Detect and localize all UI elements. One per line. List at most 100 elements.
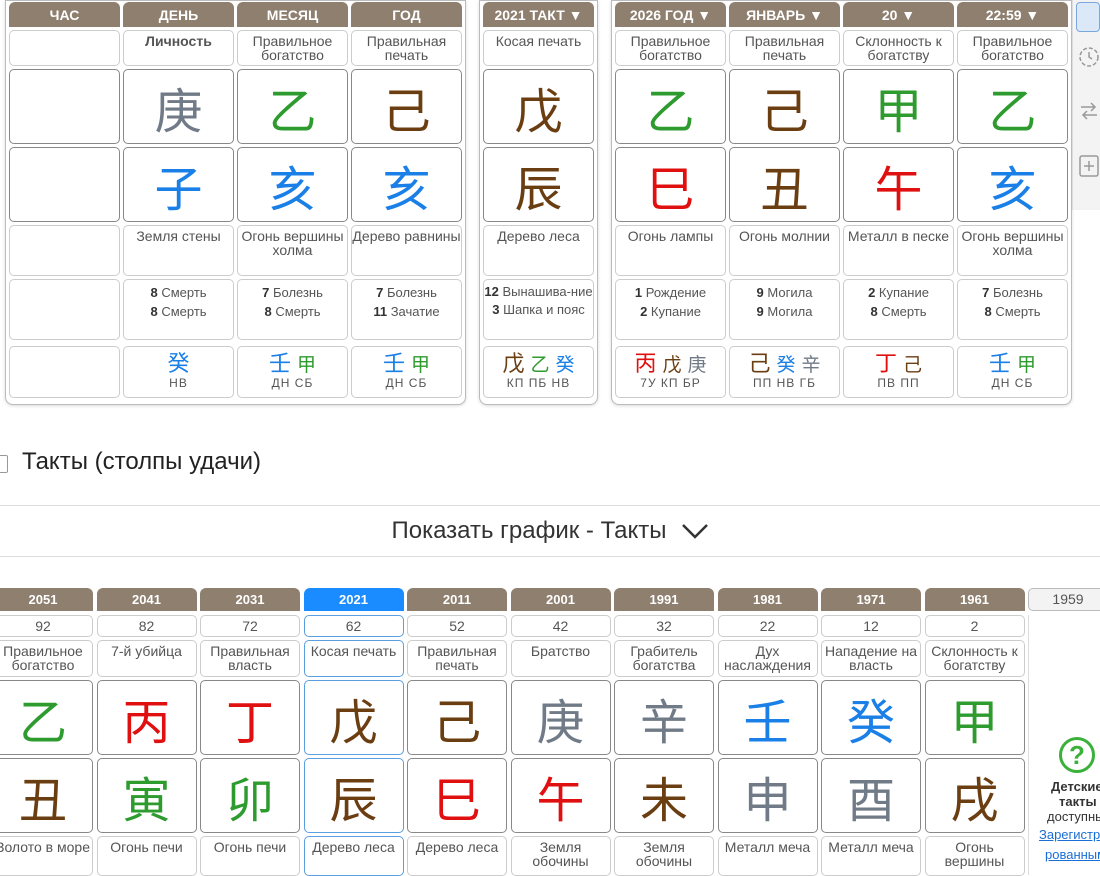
natal-col-2-header[interactable]: МЕСЯЦ bbox=[237, 2, 348, 27]
hidden-stems-codes: ПП НВ ГБ bbox=[753, 376, 816, 390]
stage-number: 3 bbox=[492, 302, 500, 317]
birth-year-header[interactable]: 1959 bbox=[1028, 588, 1100, 611]
natal-col-2-stem[interactable]: 乙 bbox=[237, 69, 348, 144]
clock-icon[interactable] bbox=[1078, 46, 1100, 68]
takt-col-header[interactable]: 2021 ТАКТ ▼ bbox=[483, 2, 594, 27]
luck-pillar-branch[interactable]: 寅 bbox=[96, 758, 197, 833]
takt-col-branch[interactable]: 辰 bbox=[483, 147, 594, 222]
luck-pillar-year[interactable]: 2021 bbox=[303, 588, 404, 611]
current-col-0-header[interactable]: 2026 ГОД ▼ bbox=[615, 2, 726, 27]
natal-col-0-stem[interactable] bbox=[9, 69, 120, 144]
luck-pillar-nayin: Земля обочины bbox=[510, 836, 611, 876]
luck-pillar-age: 22 bbox=[717, 615, 818, 637]
luck-pillar-tengod: Грабитель богатства bbox=[614, 640, 714, 677]
luck-pillar-year[interactable]: 2001 bbox=[510, 588, 611, 611]
luck-pillar-stem[interactable]: 癸 bbox=[821, 680, 921, 755]
natal-col-1-branch[interactable]: 子 bbox=[123, 147, 234, 222]
section-checkbox[interactable] bbox=[0, 455, 8, 473]
stage-name: Смерть bbox=[161, 304, 207, 319]
current-col-2-branch[interactable]: 午 bbox=[843, 147, 954, 222]
luck-pillar-stem[interactable]: 丙 bbox=[96, 680, 197, 755]
current-col-1-stem[interactable]: 己 bbox=[729, 69, 840, 144]
toolbar-top-icon[interactable] bbox=[1076, 2, 1100, 32]
luck-pillar-stem[interactable]: 壬 bbox=[717, 680, 818, 755]
luck-pillar-nayin: Огонь печи bbox=[96, 836, 197, 876]
current-col-1-stages: 9 Могила 9 Могила bbox=[729, 279, 840, 340]
luck-pillar-branch[interactable]: 辰 bbox=[303, 758, 404, 833]
stage-number: 9 bbox=[756, 304, 764, 319]
luck-pillar-stem[interactable]: 庚 bbox=[510, 680, 611, 755]
stage-number: 1 bbox=[634, 285, 643, 300]
luck-pillar-nayin: Металл меча bbox=[717, 836, 818, 876]
help-icon[interactable]: ? bbox=[1059, 737, 1095, 773]
stage-name: Смерть bbox=[161, 285, 207, 300]
luck-pillar-branch[interactable]: 未 bbox=[614, 758, 714, 833]
luck-pillar-nayin: Металл меча bbox=[821, 836, 921, 876]
luck-pillar-stem[interactable]: 甲 bbox=[924, 680, 1025, 755]
current-col-0-branch[interactable]: 巳 bbox=[615, 147, 726, 222]
current-col-1-nayin: Огонь молнии bbox=[729, 225, 840, 276]
luck-pillar-stem[interactable]: 己 bbox=[407, 680, 507, 755]
current-col-3-header[interactable]: 22:59 ▼ bbox=[957, 2, 1068, 27]
current-col-2-header[interactable]: 20 ▼ bbox=[843, 2, 954, 27]
stage-line: 11 Зачатие bbox=[352, 302, 461, 321]
luck-pillar-stem[interactable]: 乙 bbox=[0, 680, 93, 755]
hidden-stems-row bbox=[10, 347, 119, 353]
luck-pillar-branch[interactable]: 卯 bbox=[200, 758, 300, 833]
natal-col-3-header[interactable]: ГОД bbox=[351, 2, 462, 27]
stage-line: 2 Купание bbox=[844, 283, 953, 302]
natal-col-2-stages: 7 Болезнь 8 Смерть bbox=[237, 279, 348, 340]
luck-pillar-stem[interactable]: 辛 bbox=[614, 680, 714, 755]
stage-number: 2 bbox=[868, 285, 876, 300]
natal-col-1-stem[interactable]: 庚 bbox=[123, 69, 234, 144]
hidden-stem: 癸 bbox=[555, 354, 575, 376]
luck-pillar-tengod-label: Правильная власть bbox=[210, 643, 290, 673]
luck-pillar-year[interactable]: 1971 bbox=[821, 588, 921, 611]
luck-pillar-branch[interactable]: 巳 bbox=[407, 758, 507, 833]
luck-pillar-year[interactable]: 2051 bbox=[0, 588, 93, 611]
luck-pillar-branch[interactable]: 午 bbox=[510, 758, 611, 833]
luck-pillar-year[interactable]: 2041 bbox=[96, 588, 197, 611]
natal-col-1-stages: 8 Смерть 8 Смерть bbox=[123, 279, 234, 340]
luck-pillar-year[interactable]: 1991 bbox=[614, 588, 714, 611]
luck-pillar-year[interactable]: 1961 bbox=[924, 588, 1025, 611]
natal-col-1-header[interactable]: ДЕНЬ bbox=[123, 2, 234, 27]
current-col-1-branch[interactable]: 丑 bbox=[729, 147, 840, 222]
current-col-3-branch[interactable]: 亥 bbox=[957, 147, 1068, 222]
stage-number: 8 bbox=[150, 304, 158, 319]
natal-col-0-tengod bbox=[9, 30, 120, 66]
current-col-2-stem[interactable]: 甲 bbox=[843, 69, 954, 144]
luck-pillar-branch[interactable]: 丑 bbox=[0, 758, 93, 833]
register-link[interactable]: Зарегистр рованным bbox=[1039, 825, 1100, 865]
current-col-2-hidden-stems: 丁己 ПВ ПП bbox=[843, 346, 954, 398]
takt-col-stem[interactable]: 戊 bbox=[483, 69, 594, 144]
current-col-3-tengod-label: Правильное богатство bbox=[972, 33, 1053, 63]
natal-col-3-branch[interactable]: 亥 bbox=[351, 147, 462, 222]
current-col-2-nayin-label: Металл в песке bbox=[847, 228, 950, 244]
swap-arrows-icon[interactable] bbox=[1078, 100, 1100, 122]
current-col-1-header[interactable]: ЯНВАРЬ ▼ bbox=[729, 2, 840, 27]
takt-col-tengod: Косая печать bbox=[483, 30, 594, 66]
natal-col-2-branch[interactable]: 亥 bbox=[237, 147, 348, 222]
luck-pillar-stem[interactable]: 戊 bbox=[303, 680, 404, 755]
current-col-3-stem[interactable]: 乙 bbox=[957, 69, 1068, 144]
natal-col-0-header[interactable]: ЧАС bbox=[9, 2, 120, 27]
hidden-stem: 庚 bbox=[687, 354, 707, 376]
luck-pillar-year[interactable]: 2011 bbox=[407, 588, 507, 611]
natal-col-0-branch[interactable] bbox=[9, 147, 120, 222]
natal-col-3-nayin: Дерево равнины bbox=[351, 225, 462, 276]
luck-pillar-branch[interactable]: 酉 bbox=[821, 758, 921, 833]
luck-pillar-age: 72 bbox=[200, 615, 300, 637]
current-col-3-nayin: Огонь вершины холма bbox=[957, 225, 1068, 276]
natal-col-3-stem[interactable]: 己 bbox=[351, 69, 462, 144]
luck-pillar-year[interactable]: 2031 bbox=[200, 588, 300, 611]
luck-pillar-year[interactable]: 1981 bbox=[717, 588, 818, 611]
luck-pillar-stem[interactable]: 丁 bbox=[200, 680, 300, 755]
luck-pillar-branch[interactable]: 戌 bbox=[924, 758, 1025, 833]
add-calendar-icon[interactable] bbox=[1078, 152, 1100, 178]
current-col-0-stem[interactable]: 乙 bbox=[615, 69, 726, 144]
hidden-stems-codes: ДН СБ bbox=[991, 376, 1034, 390]
show-chart-toggle[interactable]: Показать график - Такты bbox=[0, 505, 1100, 557]
luck-pillar-branch[interactable]: 申 bbox=[717, 758, 818, 833]
natal-col-2-hidden-stems: 壬甲 ДН СБ bbox=[237, 346, 348, 398]
